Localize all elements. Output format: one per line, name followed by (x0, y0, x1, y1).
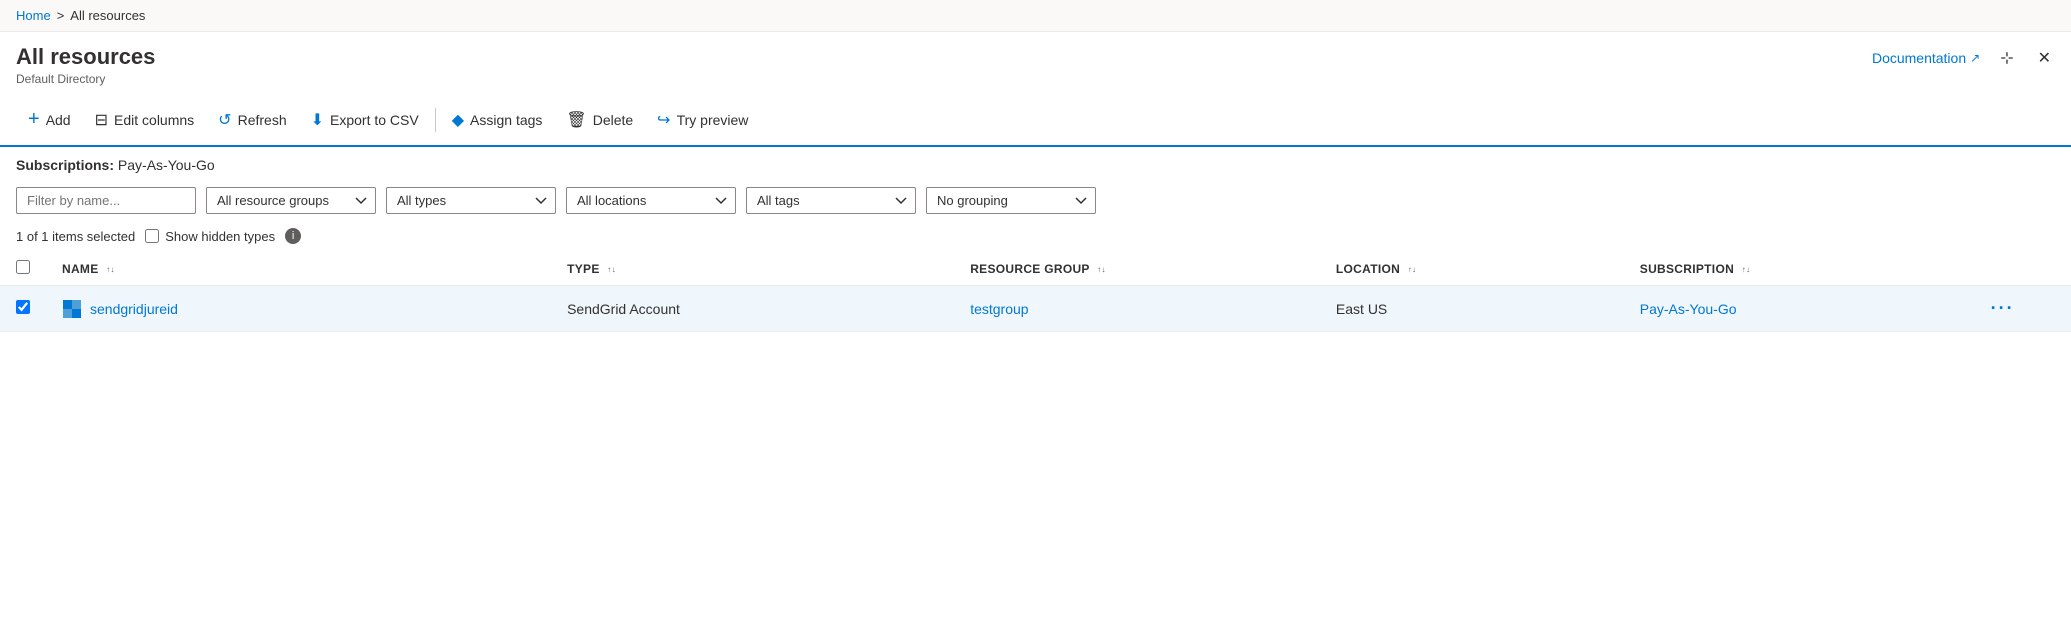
breadcrumb-separator: > (57, 8, 65, 23)
try-preview-icon: ↩ (657, 110, 670, 130)
resource-subscription-cell: Pay-As-You-Go (1624, 286, 1969, 332)
more-icon: ··· (1991, 298, 2015, 318)
resource-group-link[interactable]: testgroup (970, 301, 1028, 317)
type-sort-icon: ↑↓ (607, 266, 616, 274)
select-all-th (0, 252, 46, 286)
close-icon: ✕ (2038, 50, 2051, 67)
export-csv-label: Export to CSV (330, 112, 419, 128)
edit-columns-icon: ⊟ (95, 110, 108, 130)
filters-row: All resource groups All types All locati… (0, 181, 2071, 224)
subscription-column-header[interactable]: SUBSCRIPTION ↑↓ (1624, 252, 1969, 286)
breadcrumb: Home > All resources (0, 0, 2071, 32)
pin-icon: ⊹ (2000, 50, 2013, 67)
page-header: All resources Default Directory Document… (0, 32, 2071, 94)
selection-row: 1 of 1 items selected Show hidden types … (0, 224, 2071, 252)
delete-button[interactable]: 🗑 Delete (554, 104, 645, 136)
resource-location: East US (1336, 301, 1387, 317)
assign-tags-button[interactable]: ◆ Assign tags (440, 104, 555, 136)
export-csv-button[interactable]: ⬇ Export to CSV (299, 104, 431, 136)
refresh-label: Refresh (238, 112, 287, 128)
name-column-header[interactable]: NAME ↑↓ (46, 252, 551, 286)
row-checkbox[interactable] (16, 300, 30, 314)
table-row: sendgridjureid SendGrid Account testgrou… (0, 286, 2071, 332)
locations-select[interactable]: All locations (566, 187, 736, 214)
sendgrid-icon (62, 299, 82, 319)
subscription-sort-icon: ↑↓ (1742, 266, 1751, 274)
delete-icon: 🗑 (566, 110, 586, 130)
tags-select[interactable]: All tags (746, 187, 916, 214)
type-column-header[interactable]: TYPE ↑↓ (551, 252, 954, 286)
location-column-header[interactable]: LOCATION ↑↓ (1320, 252, 1624, 286)
edit-columns-label: Edit columns (114, 112, 194, 128)
show-hidden-types-checkbox[interactable] (145, 229, 159, 243)
table-header: NAME ↑↓ TYPE ↑↓ RESOURCE GROUP ↑↓ LOCATI… (0, 252, 2071, 286)
name-sort-icon: ↑↓ (106, 266, 115, 274)
resource-location-cell: East US (1320, 286, 1624, 332)
breadcrumb-home[interactable]: Home (16, 8, 51, 23)
add-icon: + (28, 108, 40, 131)
assign-tags-icon: ◆ (452, 110, 464, 130)
resource-groups-select[interactable]: All resource groups (206, 187, 376, 214)
resource-group-column-header[interactable]: RESOURCE GROUP ↑↓ (954, 252, 1320, 286)
assign-tags-label: Assign tags (470, 112, 542, 128)
try-preview-button[interactable]: ↩ Try preview (645, 104, 760, 136)
selection-count: 1 of 1 items selected (16, 229, 135, 244)
row-checkbox-cell (0, 286, 46, 332)
export-icon: ⬇ (311, 110, 324, 130)
resource-name: sendgridjureid (90, 301, 178, 317)
more-actions-button[interactable]: ··· (1985, 296, 2021, 321)
more-actions-cell: ··· (1969, 286, 2071, 332)
filter-by-name-input[interactable] (16, 187, 196, 214)
page-title: All resources (16, 44, 155, 70)
show-hidden-types-label: Show hidden types (165, 229, 275, 244)
header-actions: Documentation ↗ ⊹ ✕ (1872, 44, 2055, 72)
add-button[interactable]: + Add (16, 102, 83, 137)
location-sort-icon: ↑↓ (1408, 266, 1417, 274)
edit-columns-button[interactable]: ⊟ Edit columns (83, 104, 207, 136)
resource-type: SendGrid Account (567, 301, 680, 317)
external-link-icon: ↗ (1970, 51, 1980, 65)
pin-button[interactable]: ⊹ (1996, 44, 2017, 72)
resource-name-link[interactable]: sendgridjureid (62, 299, 535, 319)
subscriptions-value: Pay-As-You-Go (118, 157, 215, 173)
documentation-link[interactable]: Documentation ↗ (1872, 50, 1980, 66)
show-hidden-types-wrapper[interactable]: Show hidden types (145, 229, 275, 244)
try-preview-label: Try preview (677, 112, 749, 128)
table-body: sendgridjureid SendGrid Account testgrou… (0, 286, 2071, 332)
toolbar-divider (435, 108, 436, 132)
resource-name-cell: sendgridjureid (46, 286, 551, 332)
grouping-select[interactable]: No grouping (926, 187, 1096, 214)
breadcrumb-current: All resources (70, 8, 145, 23)
types-select[interactable]: All types (386, 187, 556, 214)
resource-type-cell: SendGrid Account (551, 286, 954, 332)
resource-icon (62, 299, 82, 319)
resource-group-cell: testgroup (954, 286, 1320, 332)
delete-label: Delete (593, 112, 633, 128)
refresh-button[interactable]: ↺ Refresh (206, 104, 298, 136)
page-subtitle: Default Directory (16, 72, 155, 86)
select-all-checkbox[interactable] (16, 260, 30, 274)
documentation-label: Documentation (1872, 50, 1966, 66)
toolbar: + Add ⊟ Edit columns ↺ Refresh ⬇ Export … (0, 94, 2071, 147)
close-button[interactable]: ✕ (2034, 44, 2055, 72)
more-column-header (1969, 252, 2071, 286)
resources-table: NAME ↑↓ TYPE ↑↓ RESOURCE GROUP ↑↓ LOCATI… (0, 252, 2071, 332)
rg-sort-icon: ↑↓ (1097, 266, 1106, 274)
subscriptions-bar: Subscriptions: Pay-As-You-Go (0, 147, 2071, 181)
resource-subscription-link[interactable]: Pay-As-You-Go (1640, 301, 1737, 317)
refresh-icon: ↺ (218, 110, 231, 130)
info-icon[interactable]: i (285, 228, 301, 244)
subscriptions-label: Subscriptions: (16, 157, 114, 173)
add-label: Add (46, 112, 71, 128)
page-title-section: All resources Default Directory (16, 44, 155, 86)
